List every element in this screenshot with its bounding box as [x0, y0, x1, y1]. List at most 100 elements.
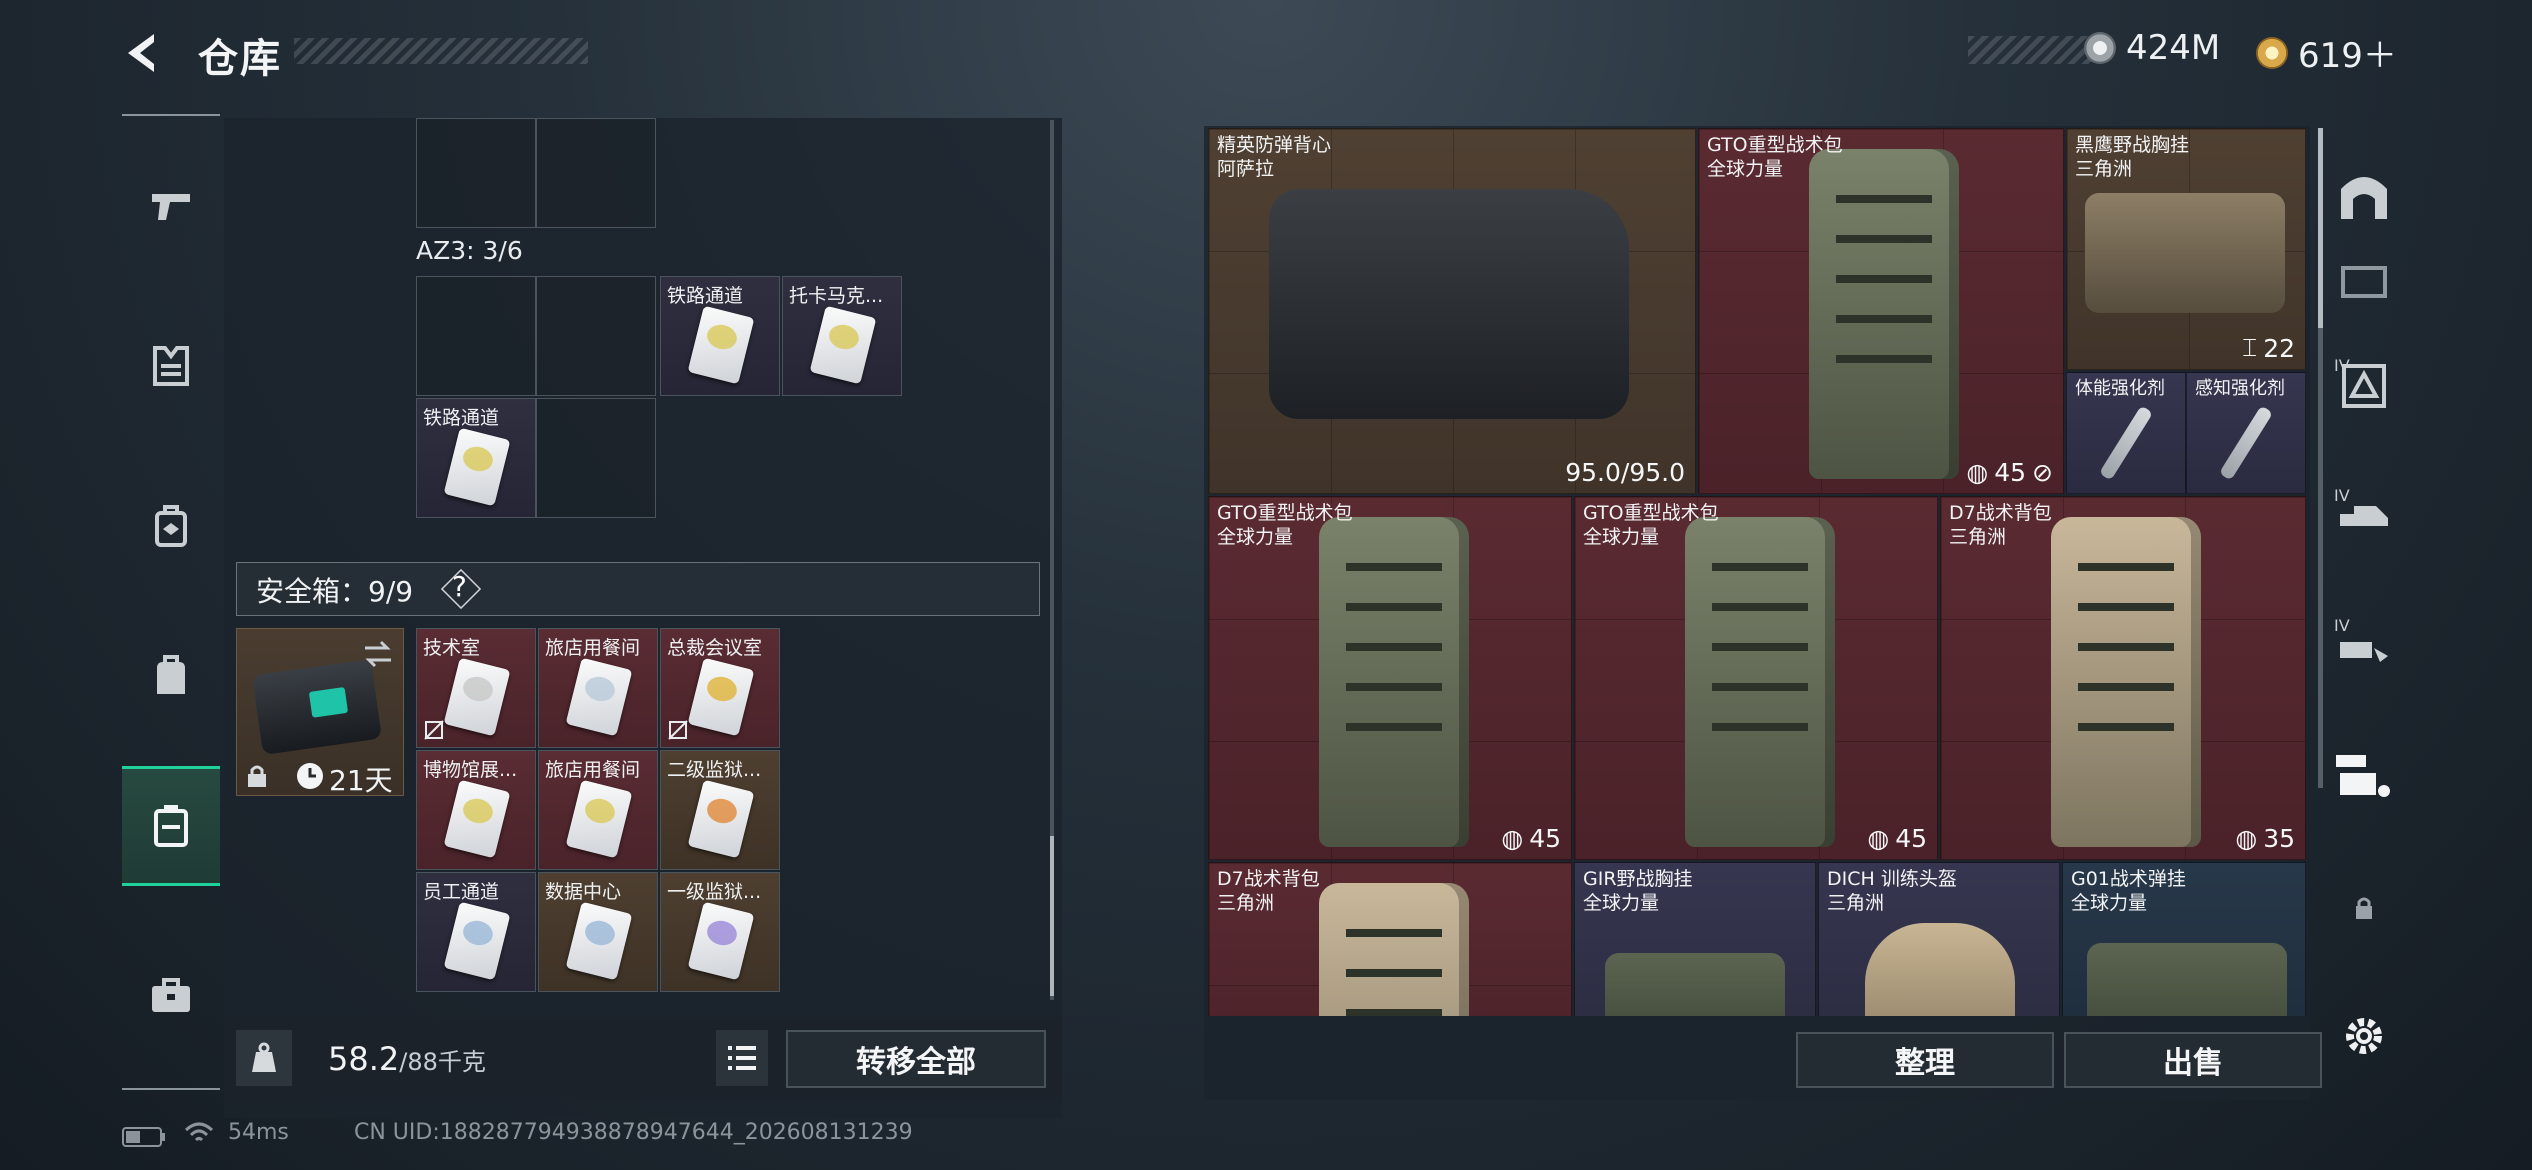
- inventory-item-stimulant[interactable]: 体能强化剂: [2066, 372, 2186, 494]
- key-card-icon: [565, 779, 633, 859]
- gear-icon: [2346, 1018, 2382, 1054]
- inventory-item-stimulant[interactable]: 感知强化剂: [2186, 372, 2306, 494]
- key-card-icon: [565, 657, 633, 737]
- no-slot-icon: [424, 720, 444, 740]
- safe-box-icon: [154, 805, 188, 847]
- inventory-item-backpack[interactable]: GTO重型战术包 全球力量 ◍ 45 ⊘: [1698, 128, 2064, 494]
- backpack-icon: [2051, 517, 2201, 847]
- item-capacity: ⌶ 22: [2242, 333, 2295, 363]
- key-card-label: 员工通道: [423, 881, 500, 903]
- inventory-item-chest-rig[interactable]: G01战术弹挂 全球力量: [2062, 862, 2306, 1016]
- safe-box-key-card[interactable]: 二级监狱...: [660, 750, 780, 870]
- dam-icon: [2341, 177, 2387, 219]
- backpack-icon: [1319, 517, 1469, 847]
- safe-box-key-card[interactable]: 旅店用餐间: [538, 750, 658, 870]
- sell-button[interactable]: 出售: [2064, 1032, 2322, 1088]
- safe-box-key-card[interactable]: 员工通道: [416, 872, 536, 992]
- nav-safe-box[interactable]: [122, 766, 220, 886]
- backpack-icon: [1809, 149, 1959, 479]
- weight-icon: [252, 1042, 276, 1072]
- storage-cell-empty[interactable]: [416, 118, 536, 228]
- nav-rigs[interactable]: [122, 466, 220, 586]
- weight-max: /88千克: [399, 1048, 486, 1076]
- safe-box-key-card[interactable]: 技术室: [416, 628, 536, 748]
- chest-rig-icon: [1605, 953, 1785, 1016]
- syringe-icon: [2098, 405, 2154, 481]
- item-name: GIR野战胸挂 全球力量: [1583, 868, 1693, 914]
- inventory-item-armor[interactable]: 精英防弹背心 阿萨拉 95.0/95.0: [1208, 128, 1696, 494]
- tier-label: IV: [2334, 356, 2350, 375]
- inventory-item-backpack[interactable]: GTO重型战术包 全球力量 ◍ 45: [1574, 496, 1938, 860]
- location-filter-icon[interactable]: [2334, 250, 2394, 310]
- chest-rig-icon: [2087, 943, 2287, 1016]
- uid-display: CN UID:1882877949388789476​44_2026081312…: [354, 1120, 913, 1145]
- map-zone-icon[interactable]: [2334, 166, 2394, 226]
- az3-capacity-label: AZ3: 3/6: [416, 236, 523, 265]
- key-card-icon: [809, 305, 877, 385]
- safe-box-key-card[interactable]: 数据中心: [538, 872, 658, 992]
- gold-currency[interactable]: 619＋: [2256, 28, 2397, 77]
- gti-crate-icon: [2336, 755, 2390, 797]
- storage-key-card[interactable]: 铁路通道: [416, 398, 536, 518]
- item-durability: 95.0/95.0: [1565, 458, 1685, 487]
- backpack-icon: [1685, 517, 1835, 847]
- backpack-icon: [1319, 883, 1469, 1016]
- key-card-label: 总裁会议室: [667, 637, 763, 659]
- ping-display: 54ms: [228, 1120, 289, 1145]
- tier-filter-icon[interactable]: IV: [2334, 486, 2394, 546]
- item-name: D7战术背包 三角洲: [1949, 502, 2052, 548]
- wifi-icon: [184, 1122, 214, 1142]
- storage-cell-empty[interactable]: [416, 276, 536, 396]
- tier-filter-icon[interactable]: IV: [2334, 616, 2394, 676]
- storage-cell-empty[interactable]: [536, 118, 656, 228]
- no-slot-icon: ⊘: [2032, 458, 2053, 487]
- safe-box-icon: [252, 659, 382, 755]
- silver-coin-icon: [2084, 32, 2116, 64]
- inventory-item-backpack[interactable]: D7战术背包 三角洲: [1208, 862, 1572, 1016]
- key-card-label: 铁路通道: [423, 407, 500, 429]
- gti-filter-icon[interactable]: [2334, 746, 2394, 806]
- building-icon: [2341, 266, 2387, 298]
- inventory-item-chest-rig[interactable]: GIR野战胸挂 全球力量: [1574, 862, 1816, 1016]
- silver-currency: 424M: [2084, 28, 2220, 68]
- nav-briefcase[interactable]: [122, 936, 220, 1056]
- inventory-item-chest-rig[interactable]: 黑鹰野战胸挂 三角洲 ⌶ 22: [2066, 128, 2306, 370]
- capacity-icon: ◍: [1501, 824, 1524, 853]
- safe-box-container[interactable]: 21天: [236, 628, 404, 797]
- key-card-icon: [443, 657, 511, 737]
- key-card-icon: [687, 901, 755, 981]
- category-nav: [122, 114, 220, 1090]
- storage-key-card[interactable]: 铁路通道: [660, 276, 780, 396]
- storage-cell-empty[interactable]: [536, 276, 656, 396]
- item-name: D7战术背包 三角洲: [1217, 868, 1320, 914]
- safe-box-key-card[interactable]: 总裁会议室: [660, 628, 780, 748]
- key-card-label: 旅店用餐间: [545, 637, 641, 659]
- key-card-icon: [687, 779, 755, 859]
- transfer-all-button[interactable]: 转移全部: [786, 1030, 1046, 1088]
- back-arrow-icon[interactable]: [118, 28, 168, 78]
- safe-box-key-card[interactable]: 一级监狱...: [660, 872, 780, 992]
- backpack-rig-icon: [155, 505, 187, 547]
- sort-button[interactable]: 整理: [1796, 1032, 2054, 1088]
- inventory-item-backpack[interactable]: GTO重型战术包 全球力量 ◍ 45: [1208, 496, 1572, 860]
- item-name: 感知强化剂: [2195, 378, 2285, 399]
- safe-box-key-card[interactable]: 博物馆展...: [416, 750, 536, 870]
- nav-backpacks[interactable]: [122, 616, 220, 736]
- item-name: GTO重型战术包 全球力量: [1583, 502, 1719, 548]
- inventory-item-helmet[interactable]: DICH 训练头盔 三角洲: [1818, 862, 2060, 1016]
- storage-cell-empty[interactable]: [536, 398, 656, 518]
- item-name: GTO重型战术包 全球力量: [1217, 502, 1353, 548]
- storage-key-card[interactable]: 托卡马克...: [782, 276, 902, 396]
- inventory-item-backpack[interactable]: D7战术背包 三角洲 ◍ 35: [1940, 496, 2306, 860]
- key-card-label: 托卡马克...: [789, 285, 884, 307]
- nav-armor[interactable]: [122, 306, 220, 426]
- safe-box-key-card[interactable]: 旅店用餐间: [538, 628, 658, 748]
- tier-filter-icon[interactable]: IV: [2334, 356, 2394, 416]
- nav-weapons[interactable]: [122, 146, 220, 266]
- locked-filter-icon: [2334, 878, 2394, 938]
- settings-button[interactable]: [2334, 1006, 2394, 1066]
- storage-scroll-thumb[interactable]: [1050, 836, 1054, 996]
- gold-coin-icon: [2256, 36, 2288, 69]
- list-view-button[interactable]: [716, 1030, 768, 1086]
- inventory-scroll-thumb[interactable]: [2318, 128, 2323, 328]
